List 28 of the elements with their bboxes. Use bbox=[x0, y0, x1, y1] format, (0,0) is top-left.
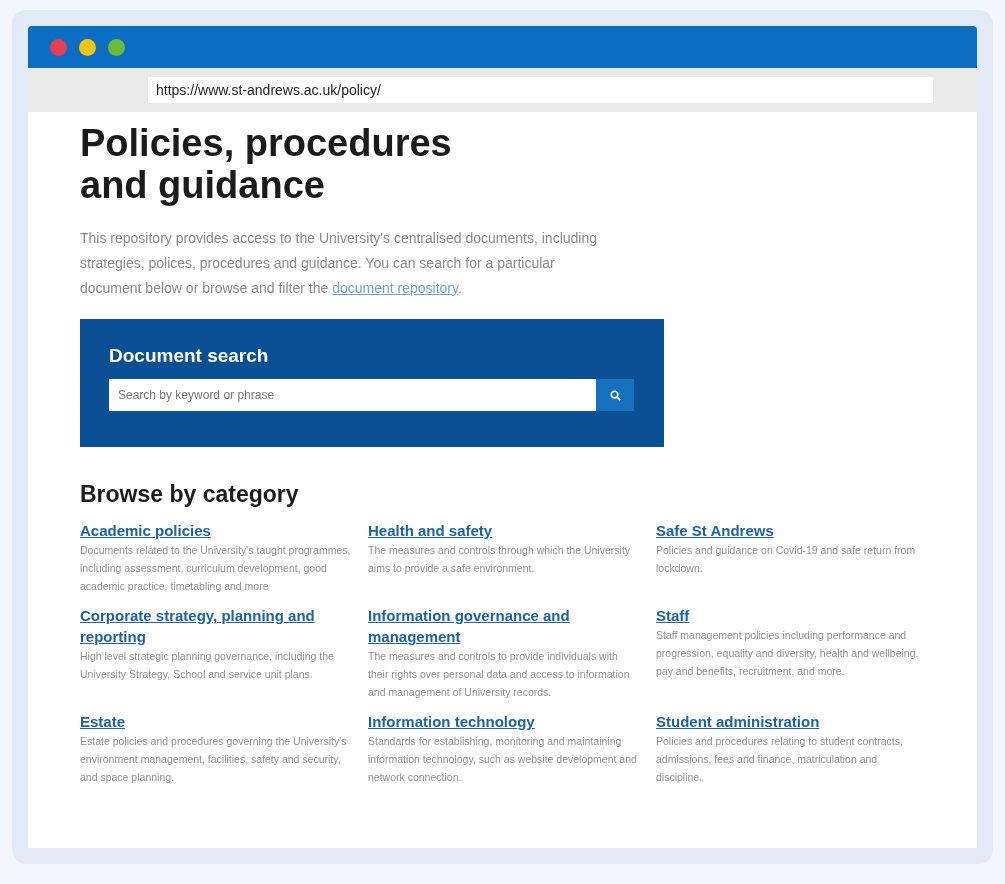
category-link[interactable]: Health and safety bbox=[368, 520, 640, 541]
category-description: Staff management policies including performance and progression, equality and diversity, health and wellbeing, pay and benefits, recruitment, and more. bbox=[656, 628, 920, 679]
search-icon bbox=[609, 389, 621, 401]
category-description: Policies and guidance on Covid-19 and safe return from lockdown. bbox=[656, 543, 917, 576]
intro-paragraph: This repository provides access to the University's centralised documents, including strategies, polices, procedures and guidance. You can search for a particular document below or browse and filter the document repository. bbox=[80, 229, 598, 298]
minimize-icon[interactable] bbox=[79, 38, 96, 56]
category-description: The measures and controls through which the University aims to provide a safe environment. bbox=[368, 543, 632, 576]
category-description: The measures and controls to provide individuals with their rights over personal data and access to information and management of University records. bbox=[368, 649, 631, 700]
category-link[interactable]: Staff bbox=[656, 605, 920, 626]
category-link[interactable]: Corporate strategy, planning and reporting bbox=[80, 605, 352, 647]
search-field[interactable]: Search by keyword or phrase bbox=[109, 379, 596, 411]
category-description: Estate policies and procedures governing the University's environment management, facilities, safety and security, and space planning. bbox=[80, 734, 348, 785]
category-link[interactable]: Safe St Andrews bbox=[656, 520, 920, 541]
maximize-icon[interactable] bbox=[108, 38, 125, 56]
category-link[interactable]: Academic policies bbox=[80, 520, 352, 541]
category-description: Documents related to the University's taught programmes, including assessment, curriculum development, good academic practice, timetabling and more bbox=[80, 543, 352, 594]
category-link[interactable]: Information technology bbox=[368, 711, 640, 732]
category-link[interactable]: Information governance and management bbox=[368, 605, 640, 647]
search-heading: Document search bbox=[109, 345, 270, 367]
category-description: High level strategic planning governance, including the University Strategy, School and service unit plans. bbox=[80, 649, 335, 682]
browse-heading: Browse by category bbox=[80, 481, 300, 508]
url-field[interactable]: https://www.st-andrews.ac.uk/policy/ bbox=[148, 77, 933, 103]
category-link[interactable]: Estate bbox=[80, 711, 352, 732]
search-button[interactable] bbox=[596, 379, 634, 411]
page-title: Policies, procedures and guidance bbox=[80, 122, 453, 206]
category-link[interactable]: Student administration bbox=[656, 711, 920, 732]
category-description: Policies and procedures relating to student contracts, admissions, fees and finance, matriculation and discipline. bbox=[656, 734, 904, 785]
category-description: Standards for establishing, monitoring and maintaining information technology, such as website development and network connection. bbox=[368, 734, 638, 785]
